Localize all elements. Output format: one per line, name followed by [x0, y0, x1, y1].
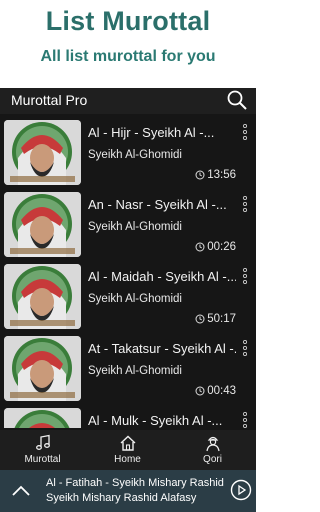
app-screen: Murottal Pro Al - Hijr - Syeikh Al -... …: [0, 88, 256, 512]
more-options-icon[interactable]: [242, 124, 248, 140]
list-item[interactable]: Al - Hijr - Syeikh Al -... Syeikh Al-Gho…: [0, 115, 256, 187]
chevron-up-icon[interactable]: [10, 480, 32, 502]
list-item[interactable]: Al - Maidah - Syeikh Al -... Syeikh Al-G…: [0, 259, 256, 331]
more-options-icon[interactable]: [242, 340, 248, 356]
person-icon: [205, 436, 220, 452]
clock-icon: [195, 314, 205, 324]
reciter-thumbnail: [4, 120, 81, 185]
duration-text: 00:26: [207, 241, 236, 253]
more-options-icon[interactable]: [242, 196, 248, 212]
nav-item-home[interactable]: Home: [85, 430, 170, 470]
nav-item-murottal[interactable]: Murottal: [0, 430, 85, 470]
more-options-icon[interactable]: [242, 412, 248, 428]
item-artist: Syeikh Al-Ghomidi: [88, 365, 182, 377]
mini-player[interactable]: Al - Fatihah - Syeikh Mishary Rashid Sye…: [0, 470, 256, 512]
item-title: Al - Mulk - Syeikh Al -...: [88, 413, 223, 428]
murottal-list: Al - Hijr - Syeikh Al -... Syeikh Al-Gho…: [0, 115, 256, 428]
player-track-artist: Syeikh Mishary Rashid Alafasy: [46, 492, 197, 504]
nav-label: Murottal: [24, 454, 61, 465]
list-item[interactable]: An - Nasr - Syeikh Al -... Syeikh Al-Gho…: [0, 187, 256, 259]
reciter-thumbnail: [4, 192, 81, 257]
reciter-thumbnail: [4, 336, 81, 401]
item-duration: 00:43: [195, 385, 236, 397]
item-artist: Syeikh Al-Ghomidi: [88, 149, 182, 161]
search-icon[interactable]: [226, 89, 248, 111]
item-title: Al - Maidah - Syeikh Al -...: [88, 269, 236, 284]
promo-header: List Murottal All list murottal for you: [0, 0, 256, 88]
item-title: An - Nasr - Syeikh Al -...: [88, 197, 227, 212]
app-bar: Murottal Pro: [0, 88, 256, 114]
item-artist: Syeikh Al-Ghomidi: [88, 221, 182, 233]
reciter-thumbnail: [4, 408, 81, 428]
promo-title: List Murottal: [45, 6, 211, 36]
item-artist: Syeikh Al-Ghomidi: [88, 293, 182, 305]
player-track-title: Al - Fatihah - Syeikh Mishary Rashid: [46, 477, 224, 489]
nav-label: Qori: [203, 454, 222, 465]
clock-icon: [195, 242, 205, 252]
nav-label: Home: [114, 454, 141, 465]
item-duration: 13:56: [195, 169, 236, 181]
music-note-icon: [35, 434, 50, 450]
clock-icon: [195, 386, 205, 396]
item-duration: 00:26: [195, 241, 236, 253]
play-icon[interactable]: [230, 479, 252, 501]
item-title: At - Takatsur - Syeikh Al -...: [88, 341, 236, 356]
reciter-thumbnail: [4, 264, 81, 329]
home-icon: [120, 435, 135, 451]
promo-subtitle: All list murottal for you: [40, 48, 216, 65]
bottom-navigation: Murottal Home Qori: [0, 430, 256, 470]
app-title: Murottal Pro: [11, 92, 88, 108]
list-item[interactable]: At - Takatsur - Syeikh Al -... Syeikh Al…: [0, 331, 256, 403]
list-item[interactable]: Al - Mulk - Syeikh Al -...: [0, 403, 256, 428]
duration-text: 50:17: [207, 313, 236, 325]
nav-item-qori[interactable]: Qori: [170, 430, 255, 470]
item-duration: 50:17: [195, 313, 236, 325]
duration-text: 13:56: [207, 169, 236, 181]
more-options-icon[interactable]: [242, 268, 248, 284]
duration-text: 00:43: [207, 385, 236, 397]
item-title: Al - Hijr - Syeikh Al -...: [88, 125, 215, 140]
clock-icon: [195, 170, 205, 180]
